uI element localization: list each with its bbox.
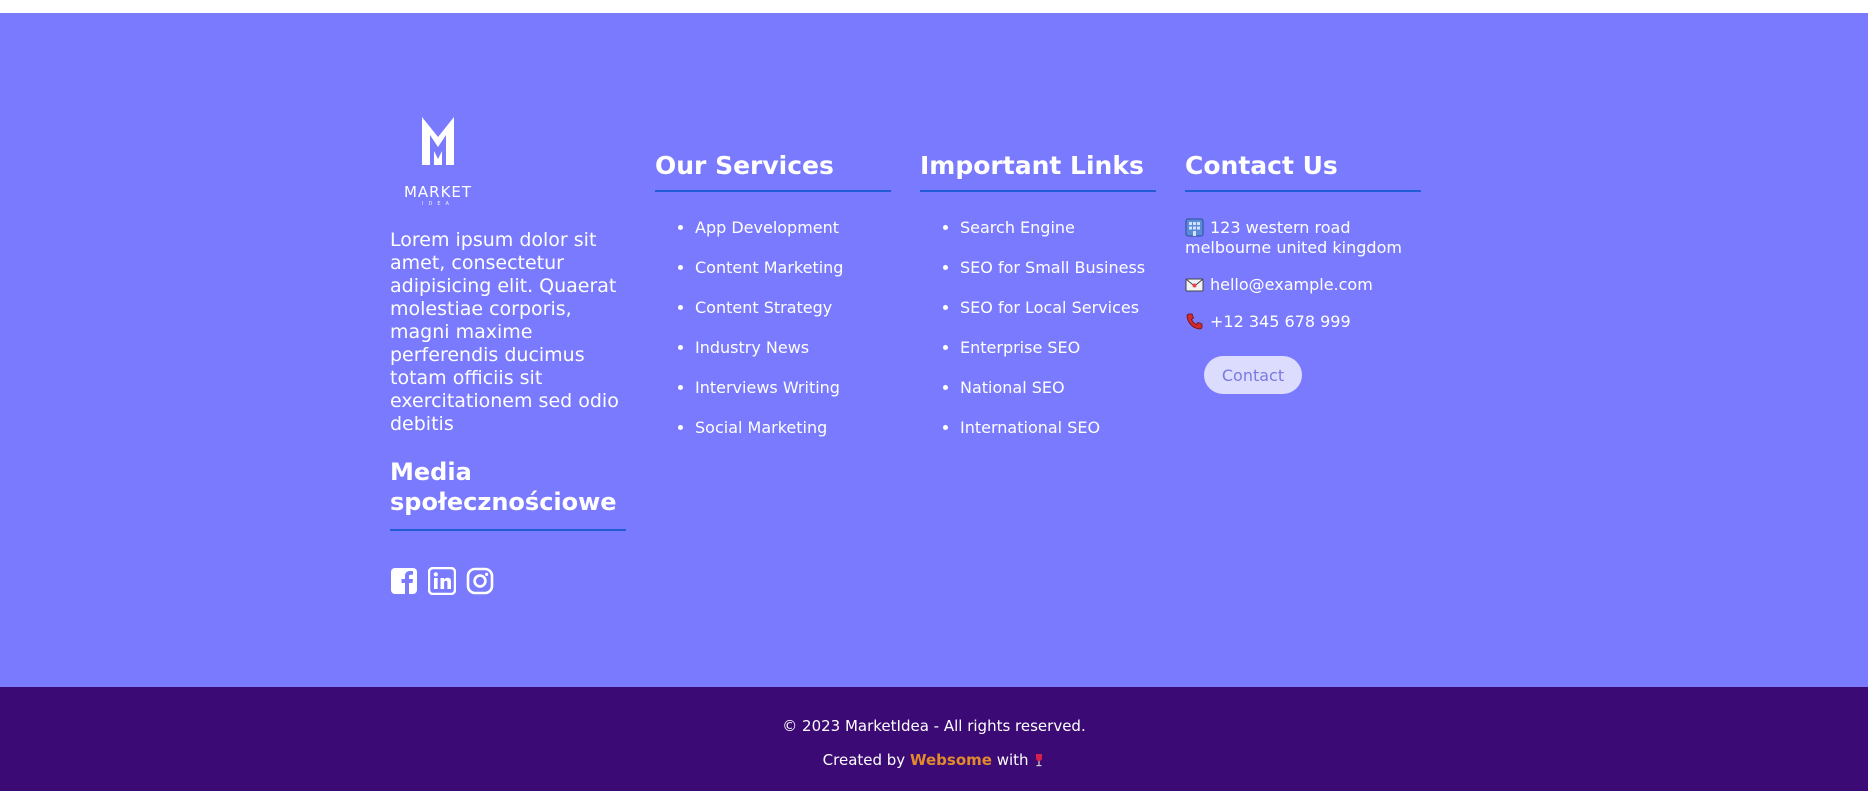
- important-links-list: Search Engine SEO for Small Business SEO…: [920, 215, 1145, 455]
- with-label: with: [996, 751, 1029, 769]
- social-icons: [390, 566, 494, 596]
- services-heading: Our Services: [655, 151, 834, 180]
- important-link-item[interactable]: National SEO: [960, 375, 1145, 415]
- important-link-item[interactable]: International SEO: [960, 415, 1145, 455]
- wine-glass-icon: [1033, 753, 1045, 767]
- created-by-label: Created by: [822, 751, 906, 769]
- websome-link[interactable]: Websome: [910, 751, 992, 769]
- logo-tagline: IDEA: [422, 201, 454, 207]
- site-footer: MARKET IDEA Lorem ipsum dolor sit amet, …: [0, 13, 1868, 687]
- contact-phone[interactable]: +12 345 678 999: [1185, 312, 1351, 332]
- envelope-icon: [1185, 275, 1204, 294]
- instagram-icon[interactable]: [466, 567, 494, 595]
- services-item[interactable]: Content Strategy: [695, 295, 843, 335]
- credits-line: Created by Websome with: [0, 751, 1868, 769]
- facebook-icon[interactable]: [390, 567, 418, 595]
- market-idea-logo[interactable]: MARKET IDEA: [390, 115, 486, 207]
- contact-phone-text: +12 345 678 999: [1210, 312, 1351, 331]
- contact-heading-underline: [1185, 190, 1421, 192]
- contact-address-line2: melbourne united kingdom: [1185, 238, 1402, 257]
- services-heading-underline: [655, 190, 891, 192]
- contact-email-text: hello@example.com: [1210, 275, 1373, 294]
- logo-wordmark: MARKET: [403, 183, 473, 201]
- logo-m-mark: [422, 117, 454, 165]
- copyright-bar: © 2023 MarketIdea - All rights reserved.…: [0, 687, 1868, 791]
- copyright-text: © 2023 MarketIdea - All rights reserved.: [782, 717, 1086, 735]
- linkedin-icon[interactable]: [427, 566, 457, 596]
- important-link-item[interactable]: SEO for Local Services: [960, 295, 1145, 335]
- important-link-item[interactable]: SEO for Small Business: [960, 255, 1145, 295]
- important-link-item[interactable]: Search Engine: [960, 215, 1145, 255]
- contact-button[interactable]: Contact: [1204, 356, 1302, 394]
- about-description: Lorem ipsum dolor sit amet, consectetur …: [390, 229, 619, 435]
- services-item[interactable]: Interviews Writing: [695, 375, 843, 415]
- contact-heading: Contact Us: [1185, 151, 1338, 180]
- page-top-strip: [0, 0, 1868, 13]
- services-item[interactable]: Social Marketing: [695, 415, 843, 455]
- important-link-item[interactable]: Enterprise SEO: [960, 335, 1145, 375]
- contact-email[interactable]: hello@example.com: [1185, 275, 1373, 295]
- contact-address-line1: 123 western road: [1210, 218, 1351, 237]
- services-item[interactable]: App Development: [695, 215, 843, 255]
- important-links-heading: Important Links: [920, 151, 1144, 180]
- contact-address: 123 western road: [1185, 218, 1351, 238]
- building-icon: [1185, 218, 1204, 237]
- important-links-underline: [920, 190, 1156, 192]
- social-heading: Media społecznościowe: [390, 458, 617, 516]
- phone-icon: [1185, 312, 1204, 331]
- services-item[interactable]: Content Marketing: [695, 255, 843, 295]
- services-item[interactable]: Industry News: [695, 335, 843, 375]
- social-heading-underline: [390, 529, 626, 531]
- contact-address-line2-row: melbourne united kingdom: [1185, 238, 1402, 258]
- services-list: App Development Content Marketing Conten…: [655, 215, 843, 455]
